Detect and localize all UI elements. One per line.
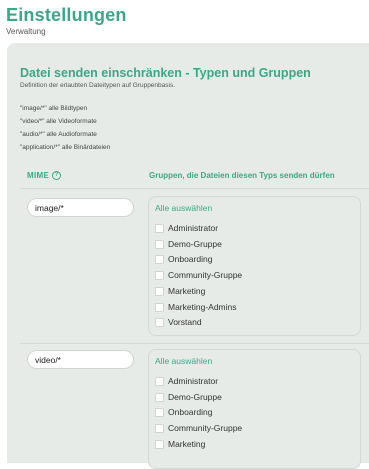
section-subtitle: Definition der erlaubten Dateitypen auf … [20, 82, 176, 89]
group-option-label: Administrator [168, 223, 219, 233]
checkbox[interactable] [155, 254, 164, 264]
hint-audio: "audio/*" alle Audioformate [20, 131, 97, 138]
group-option[interactable]: Marketing [155, 439, 205, 449]
column-header-mime-label: MIME [27, 171, 50, 180]
checkbox[interactable] [155, 223, 164, 233]
hint-image: "image/*" alle Bildtypen [20, 105, 88, 112]
help-icon[interactable]: ? [52, 171, 62, 180]
select-all-link[interactable]: Alle auswählen [155, 356, 212, 366]
checkbox[interactable] [155, 376, 164, 386]
header-divider [20, 188, 369, 189]
checkbox[interactable] [155, 270, 164, 280]
hint-application: "application/*" alle Binärdateien [20, 144, 111, 151]
checkbox[interactable] [155, 286, 164, 296]
group-option[interactable]: Marketing-Admins [155, 302, 237, 312]
group-select-box-video: Alle auswählen Administrator Demo-Gruppe… [148, 349, 361, 469]
group-option-label: Community-Gruppe [168, 423, 243, 433]
group-option[interactable]: Marketing [155, 286, 205, 296]
select-all-link[interactable]: Alle auswählen [155, 203, 212, 213]
group-option-label: Marketing [168, 439, 206, 449]
group-option-label: Marketing [168, 286, 206, 296]
group-option-label: Vorstand [168, 317, 202, 327]
group-option[interactable]: Community-Gruppe [155, 270, 242, 280]
group-option-label: Administrator [168, 376, 219, 386]
group-option[interactable]: Administrator [155, 376, 218, 386]
column-header-groups: Gruppen, die Dateien diesen Typs senden … [149, 171, 335, 180]
group-option[interactable]: Administrator [155, 223, 218, 233]
mime-input-image[interactable] [27, 198, 134, 217]
group-option-label: Onboarding [168, 254, 213, 264]
checkbox[interactable] [155, 317, 164, 327]
group-select-box-image: Alle auswählen Administrator Demo-Gruppe… [148, 196, 361, 336]
group-option[interactable]: Community-Gruppe [155, 423, 242, 433]
checkbox[interactable] [155, 239, 164, 249]
group-option-label: Marketing-Admins [168, 302, 237, 312]
section-title: Datei senden einschränken - Typen und Gr… [20, 66, 311, 80]
page-title: Einstellungen [6, 5, 127, 25]
group-option-label: Demo-Gruppe [168, 392, 222, 402]
page-subtitle: Verwaltung [6, 27, 46, 36]
hint-video: "video/*" alle Videoformate [20, 118, 97, 125]
group-option-label: Demo-Gruppe [168, 239, 222, 249]
mime-input-video[interactable] [27, 350, 134, 369]
group-option-label: Onboarding [168, 407, 213, 417]
group-option[interactable]: Demo-Gruppe [155, 392, 222, 402]
group-option[interactable]: Onboarding [155, 407, 212, 417]
checkbox[interactable] [155, 423, 164, 433]
row-divider [20, 343, 369, 344]
checkbox[interactable] [155, 439, 164, 449]
checkbox[interactable] [155, 302, 164, 312]
group-option-label: Community-Gruppe [168, 270, 243, 280]
group-option[interactable]: Demo-Gruppe [155, 239, 222, 249]
group-option[interactable]: Onboarding [155, 254, 212, 264]
group-option[interactable]: Vorstand [155, 317, 202, 327]
checkbox[interactable] [155, 392, 164, 402]
column-header-mime: MIME ? [27, 171, 62, 180]
checkbox[interactable] [155, 407, 164, 417]
